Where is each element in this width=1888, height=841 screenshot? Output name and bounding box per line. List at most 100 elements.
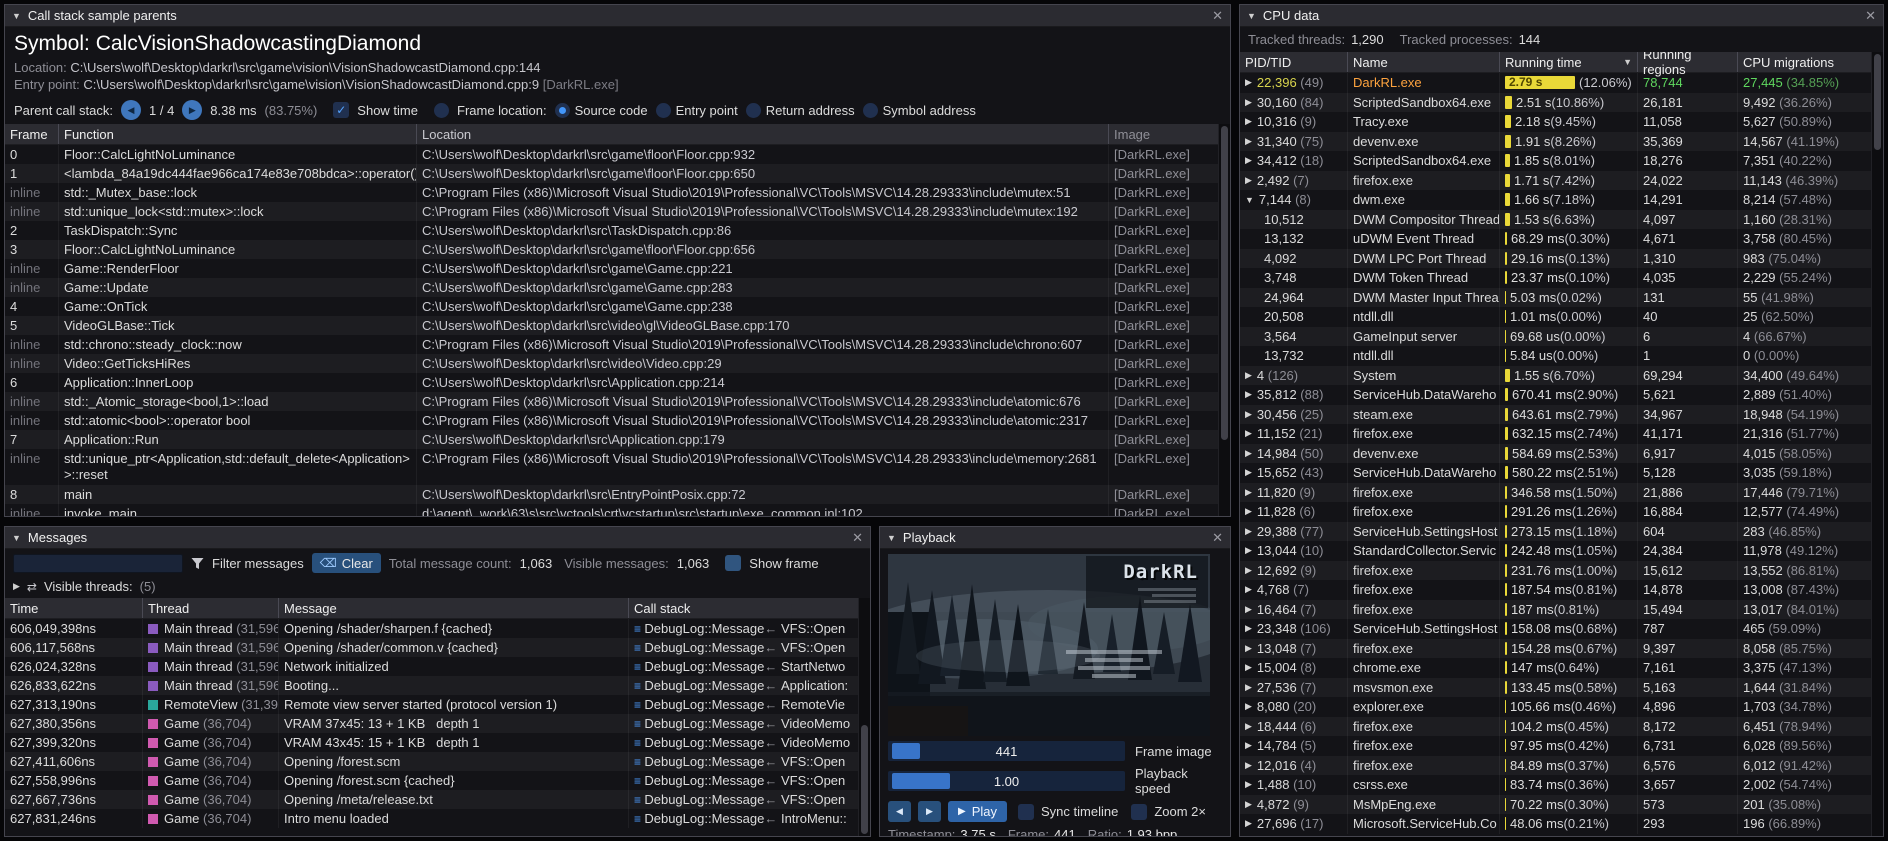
cpu-titlebar[interactable]: ▼ CPU data ✕	[1240, 5, 1883, 27]
cpu-row[interactable]: ▶10,316 (9)Tracy.exe2.18 s (9.45%)11,058…	[1240, 112, 1883, 132]
cpu-row[interactable]: ▶8,080 (20)explorer.exe105.66 ms (0.46%)…	[1240, 697, 1883, 717]
message-row[interactable]: 627,411,606nsGame (36,704)Opening /fores…	[5, 752, 870, 771]
column-header-running-regions[interactable]: Running regions	[1638, 52, 1738, 72]
frame-location-option[interactable]: Symbol address	[863, 103, 976, 118]
cpu-row[interactable]: ▶18,444 (6)firefox.exe104.2 ms (0.45%)8,…	[1240, 717, 1883, 737]
callstack-frame-row[interactable]: inlinestd::unique_lock<std::mutex>::lock…	[5, 202, 1230, 221]
cpu-row[interactable]: ▶14,984 (50)devenv.exe584.69 ms (2.53%)6…	[1240, 444, 1883, 464]
callstack-frame-row[interactable]: 2TaskDispatch::SyncC:\Users\wolf\Desktop…	[5, 221, 1230, 240]
expand-icon[interactable]: ▼	[1245, 195, 1254, 205]
frame-location-option[interactable]: Entry point	[656, 103, 738, 118]
message-callstack-cell[interactable]: ≡ DebugLog::Message ← StartNetwo	[629, 657, 870, 676]
message-callstack-cell[interactable]: ≡ DebugLog::Message ← VFS::Open	[629, 790, 870, 809]
callstack-frame-row[interactable]: inlinestd::atomic<bool>::operator boolC:…	[5, 411, 1230, 430]
expand-icon[interactable]: ▶	[1245, 721, 1252, 732]
cpu-row[interactable]: ▶4,872 (9)MsMpEng.exe70.22 ms (0.30%)573…	[1240, 795, 1883, 815]
callstack-frame-row[interactable]: 6Application::InnerLoopC:\Users\wolf\Des…	[5, 373, 1230, 392]
expand-icon[interactable]: ▶	[1245, 97, 1252, 108]
frame-location-radio-icon[interactable]	[434, 103, 449, 118]
collapse-arrow-icon[interactable]: ▼	[12, 533, 21, 543]
expand-icon[interactable]: ▶	[1245, 155, 1252, 166]
expand-icon[interactable]: ▶	[1245, 467, 1252, 478]
expand-icon[interactable]: ▶	[1245, 77, 1252, 88]
column-header-function[interactable]: Function	[59, 124, 417, 144]
message-filter-input[interactable]	[13, 554, 183, 573]
expand-icon[interactable]: ▶	[1245, 370, 1252, 381]
cpu-row[interactable]: 3,564GameInput server69.68 us (0.00%)64 …	[1240, 327, 1883, 347]
message-callstack-cell[interactable]: ≡ DebugLog::Message ← VFS::Open	[629, 619, 870, 638]
column-header-running-time[interactable]: Running time▼	[1500, 52, 1638, 72]
cpu-row[interactable]: ▶15,652 (43)ServiceHub.DataWareho580.22 …	[1240, 463, 1883, 483]
radio-icon[interactable]	[555, 103, 570, 118]
column-header-message[interactable]: Message	[279, 598, 629, 618]
column-header-name[interactable]: Name	[1348, 52, 1500, 72]
cpu-row[interactable]: ▶30,456 (25)steam.exe643.61 ms (2.79%)34…	[1240, 405, 1883, 425]
callstack-frame-row[interactable]: 8mainC:\Users\wolf\Desktop\darkrl\src\En…	[5, 485, 1230, 504]
message-row[interactable]: 606,049,398nsMain thread (31,596)Opening…	[5, 619, 870, 638]
cpu-row[interactable]: 24,964DWM Master Input Threa5.03 ms (0.0…	[1240, 288, 1883, 308]
cpu-row[interactable]: ▶31,340 (75)devenv.exe1.91 s (8.26%)35,3…	[1240, 132, 1883, 152]
callstack-frame-row[interactable]: inlineGame::UpdateC:\Users\wolf\Desktop\…	[5, 278, 1230, 297]
expand-icon[interactable]: ▶	[1245, 662, 1252, 673]
message-callstack-cell[interactable]: ≡ DebugLog::Message ← VideoMemo	[629, 714, 870, 733]
radio-icon[interactable]	[746, 103, 761, 118]
cpu-row[interactable]: ▶13,044 (10)StandardCollector.Servic242.…	[1240, 541, 1883, 561]
expand-icon[interactable]: ▶	[1245, 136, 1252, 147]
column-header-cpu-migrations[interactable]: CPU migrations	[1738, 52, 1869, 72]
sync-timeline-checkbox[interactable]	[1018, 804, 1034, 820]
next-frame-button[interactable]: ▶	[918, 801, 941, 822]
callstack-frame-row[interactable]: inlineGame::RenderFloorC:\Users\wolf\Des…	[5, 259, 1230, 278]
callstack-frame-row[interactable]: inlinestd::_Mutex_base::lockC:\Program F…	[5, 183, 1230, 202]
prev-frame-button[interactable]: ◀	[888, 801, 911, 822]
cpu-row[interactable]: ▶27,696 (17)Microsoft.ServiceHub.Co48.06…	[1240, 814, 1883, 834]
show-frame-checkbox[interactable]	[725, 555, 741, 571]
cpu-row[interactable]: ▶4 (126)System1.55 s (6.70%)69,29434,400…	[1240, 366, 1883, 386]
cpu-scrollbar[interactable]	[1871, 52, 1883, 836]
cpu-row[interactable]: ▶27,536 (7)msvsmon.exe133.45 ms (0.58%)5…	[1240, 678, 1883, 698]
cpu-row[interactable]: ▶34,412 (18)ScriptedSandbox64.exe1.85 s …	[1240, 151, 1883, 171]
message-row[interactable]: 627,399,320nsGame (36,704)VRAM 43x45: 15…	[5, 733, 870, 752]
frame-location-option[interactable]: Source code	[555, 103, 648, 118]
cpu-row[interactable]: 4,092DWM LPC Port Thread29.16 ms (0.13%)…	[1240, 249, 1883, 269]
callstack-frame-row[interactable]: inlineVideo::GetTicksHiResC:\Users\wolf\…	[5, 354, 1230, 373]
expand-icon[interactable]: ▶	[1245, 682, 1252, 693]
callstack-frame-row[interactable]: inlineinvoke_maind:\agent\_work\63\s\src…	[5, 504, 1230, 516]
expand-icon[interactable]: ▶	[1245, 701, 1252, 712]
message-callstack-cell[interactable]: ≡ DebugLog::Message ← VideoMemo	[629, 733, 870, 752]
cpu-row[interactable]: ▶22,396 (49)DarkRL.exe2.79 s(12.06%)78,7…	[1240, 73, 1883, 93]
column-header-location[interactable]: Location	[417, 124, 1109, 144]
cpu-row[interactable]: ▶15,004 (8)chrome.exe147 ms (0.64%)7,161…	[1240, 658, 1883, 678]
scrollbar-thumb[interactable]	[1874, 54, 1881, 150]
cpu-row[interactable]: 13,132uDWM Event Thread68.29 ms (0.30%)4…	[1240, 229, 1883, 249]
close-icon[interactable]: ✕	[852, 530, 863, 546]
column-header-time[interactable]: Time	[5, 598, 143, 618]
close-icon[interactable]: ✕	[1865, 8, 1876, 24]
cpu-row[interactable]: ▶13,048 (7)firefox.exe154.28 ms (0.67%)9…	[1240, 639, 1883, 659]
callstack-frame-row[interactable]: 4Game::OnTickC:\Users\wolf\Desktop\darkr…	[5, 297, 1230, 316]
cpu-row[interactable]: ▶30,160 (84)ScriptedSandbox64.exe2.51 s …	[1240, 93, 1883, 113]
scrollbar-thumb[interactable]	[1221, 126, 1228, 440]
playback-titlebar[interactable]: ▼ Playback ✕	[880, 527, 1230, 549]
cpu-row[interactable]: ▶2,492 (7)firefox.exe1.71 s (7.42%)24,02…	[1240, 171, 1883, 191]
message-callstack-cell[interactable]: ≡ DebugLog::Message ← RemoteVie	[629, 695, 870, 714]
close-icon[interactable]: ✕	[1212, 8, 1223, 24]
callstack-frame-row[interactable]: 0Floor::CalcLightNoLuminanceC:\Users\wol…	[5, 145, 1230, 164]
expand-icon[interactable]: ▶	[1245, 818, 1252, 829]
callstack-titlebar[interactable]: ▼ Call stack sample parents ✕	[5, 5, 1230, 27]
radio-icon[interactable]	[863, 103, 878, 118]
cpu-row[interactable]: 20,508ntdll.dll1.01 ms (0.00%)4025 (62.5…	[1240, 307, 1883, 327]
expand-icon[interactable]: ▶	[13, 581, 20, 592]
column-header-call-stack[interactable]: Call stack	[629, 598, 870, 618]
message-row[interactable]: 626,024,328nsMain thread (31,596)Network…	[5, 657, 870, 676]
expand-icon[interactable]: ▶	[1245, 506, 1252, 517]
callstack-frame-row[interactable]: 5VideoGLBase::TickC:\Users\wolf\Desktop\…	[5, 316, 1230, 335]
cpu-row[interactable]: ▶14,784 (5)firefox.exe97.95 ms (0.42%)6,…	[1240, 736, 1883, 756]
callstack-frame-row[interactable]: inlinestd::unique_ptr<Application,std::d…	[5, 449, 1230, 485]
cpu-row[interactable]: ▶11,828 (6)firefox.exe291.26 ms (1.26%)1…	[1240, 502, 1883, 522]
expand-icon[interactable]: ▶	[1245, 584, 1252, 595]
playback-frame-image[interactable]: DarkRL	[888, 554, 1210, 736]
expand-icon[interactable]: ▶	[1245, 740, 1252, 751]
expand-icon[interactable]: ▶	[1245, 565, 1252, 576]
messages-titlebar[interactable]: ▼ Messages ✕	[5, 527, 870, 549]
expand-icon[interactable]: ▶	[1245, 428, 1252, 439]
